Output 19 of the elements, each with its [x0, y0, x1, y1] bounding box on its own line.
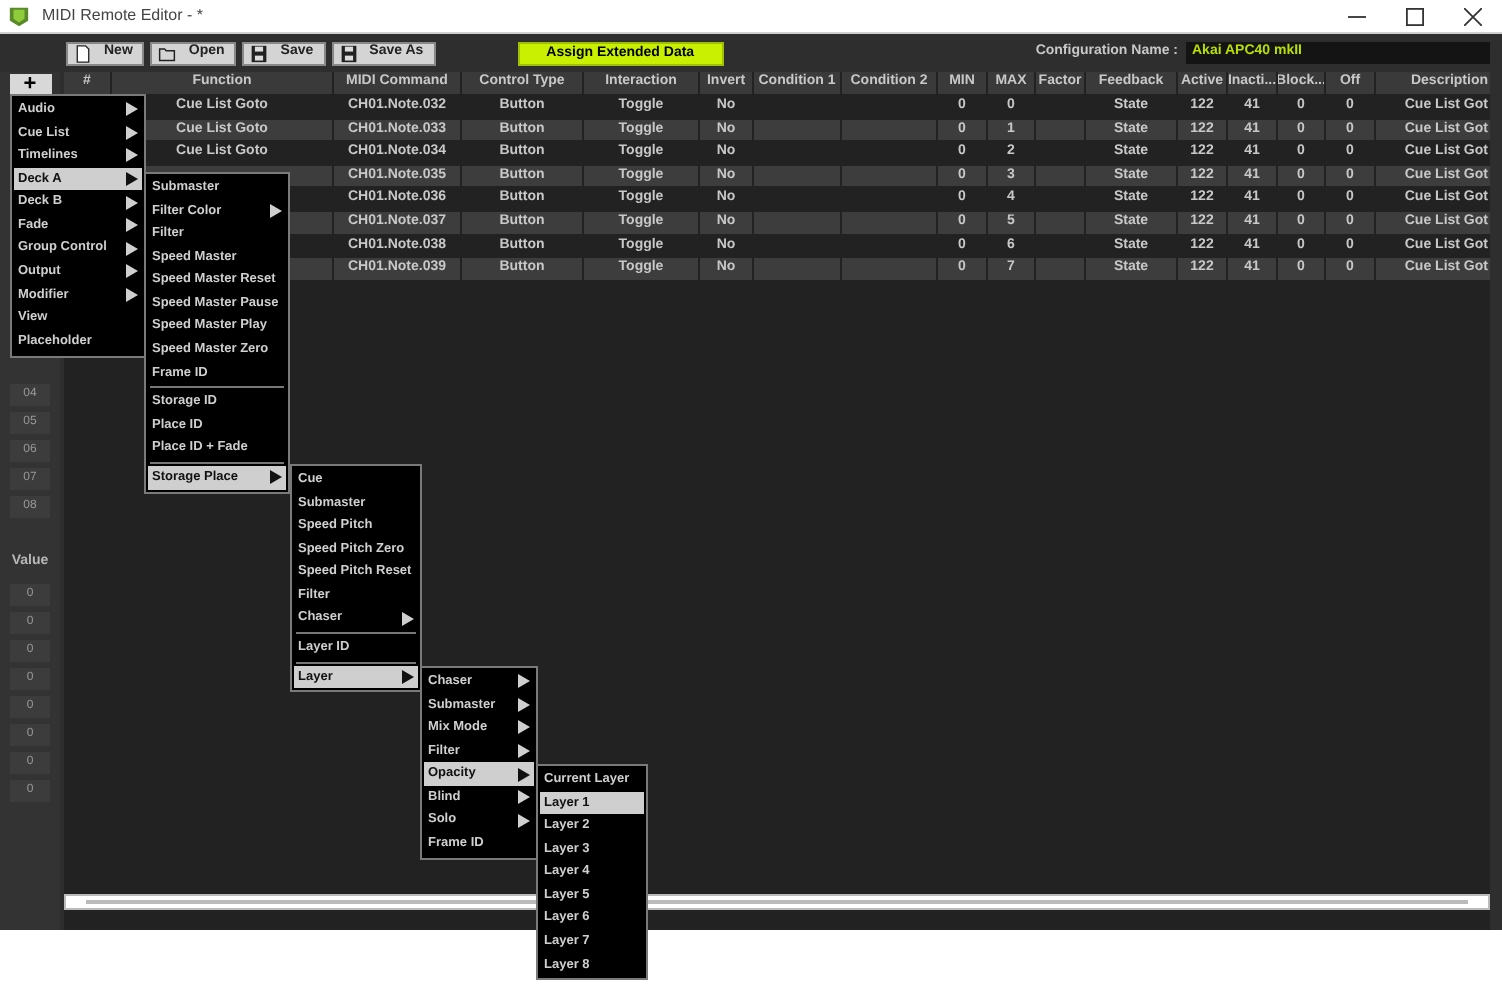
close-icon[interactable]: [1464, 7, 1482, 25]
table-cell: [1036, 211, 1084, 234]
table-cell: [754, 165, 840, 187]
table-cell: [754, 119, 840, 141]
table-cell: [754, 211, 840, 234]
table-cell: [754, 258, 840, 280]
folder-icon: [158, 43, 177, 63]
app-logo-icon: [8, 5, 30, 27]
table-cell: [842, 119, 936, 141]
window-title: MIDI Remote Editor - *: [42, 4, 203, 28]
table-cell: [842, 211, 936, 234]
maximize-icon[interactable]: [1406, 7, 1424, 25]
table-cell: [1036, 165, 1084, 187]
table-cell: [842, 165, 936, 187]
document-icon: [74, 43, 92, 63]
table-cell: [842, 258, 936, 280]
add-button[interactable]: +: [9, 74, 51, 96]
table-cell: [1036, 258, 1084, 280]
table-cell: [1036, 119, 1084, 141]
